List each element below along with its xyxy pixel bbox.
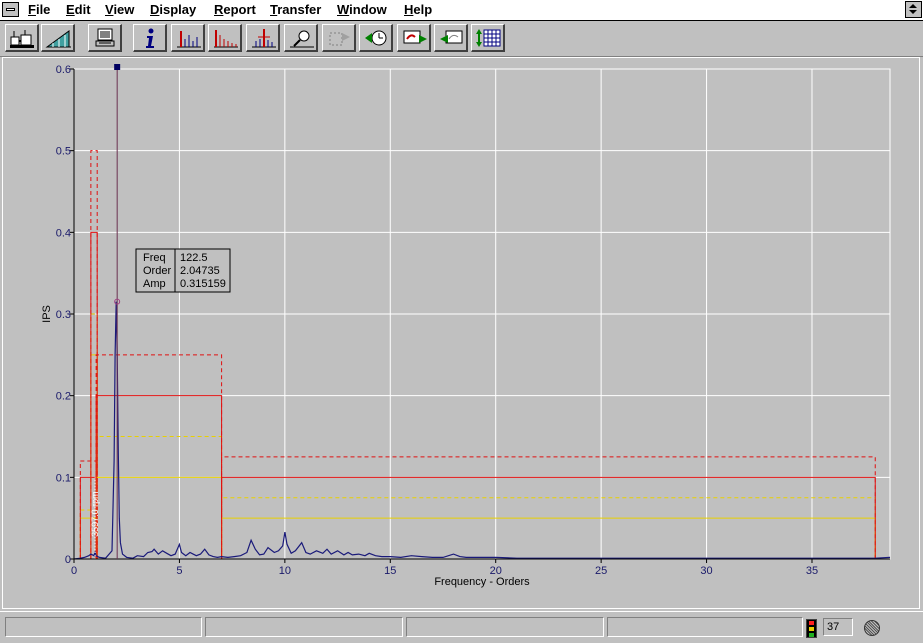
x-tick-label: 5	[176, 565, 182, 577]
ramp-chart-icon	[45, 30, 71, 48]
menu-display[interactable]: Display	[150, 1, 196, 19]
spectrum-decay-button[interactable]	[208, 24, 242, 52]
menu-report[interactable]: Report	[214, 1, 256, 19]
menu-transfer[interactable]: Transfer	[270, 1, 321, 19]
y-tick-label: 0.4	[56, 227, 71, 239]
y-tick-label: 0.6	[56, 64, 71, 76]
x-tick-label: 10	[279, 565, 291, 577]
info-button[interactable]	[133, 24, 167, 52]
status-panel-1	[5, 617, 202, 637]
restore-window-button[interactable]	[905, 1, 922, 18]
transfer-out-icon	[403, 30, 427, 44]
ramp-chart-button[interactable]	[41, 24, 75, 52]
cursor-readout-value: 122.5	[180, 252, 208, 264]
transfer-in-icon	[440, 30, 463, 44]
cursor-readout-name: Freq	[143, 252, 166, 264]
grid-table-icon	[476, 29, 501, 47]
next-button-disabled[interactable]	[322, 24, 356, 52]
menu-view[interactable]: View	[105, 1, 134, 19]
menu-bar: File Edit View Display Report Transfer W…	[0, 0, 923, 21]
cursor-handle	[114, 64, 121, 70]
chart-gridlines	[73, 68, 891, 560]
zoom-button[interactable]	[284, 24, 318, 52]
y-tick-label: 0.3	[56, 309, 71, 321]
clock-navigate-icon	[365, 30, 387, 46]
info-icon	[146, 28, 154, 48]
grid-table-button[interactable]	[471, 24, 505, 52]
zoom-magnifier-icon	[290, 30, 314, 48]
y-tick-label: 0.1	[56, 472, 71, 484]
status-panel-3	[406, 617, 604, 637]
cursor-readout-value: 0.315159	[180, 278, 226, 290]
menu-file[interactable]: File	[28, 1, 50, 19]
x-tick-label: 15	[384, 565, 396, 577]
transfer-in-button[interactable]	[434, 24, 468, 52]
y-tick-label: 0.2	[56, 391, 71, 403]
transfer-out-button[interactable]	[397, 24, 431, 52]
y-tick-label: 0.5	[56, 146, 71, 158]
system-menu-box[interactable]	[2, 2, 19, 17]
computer-icon	[95, 28, 115, 47]
menu-edit[interactable]: Edit	[66, 1, 91, 19]
speed-marker-label: 3597.0 rpm	[90, 491, 100, 537]
spectrum-button[interactable]	[171, 24, 205, 52]
status-panel-4	[607, 617, 803, 637]
y-tick-label: 0	[65, 554, 71, 566]
x-tick-label: 0	[71, 565, 77, 577]
computer-button[interactable]	[88, 24, 122, 52]
x-tick-label: 35	[806, 565, 818, 577]
status-bar: 37	[0, 611, 923, 643]
cursor-readout-value: 2.04735	[180, 265, 220, 277]
menu-help[interactable]: Help	[404, 1, 432, 19]
clock-navigate-button[interactable]	[359, 24, 393, 52]
system-menu-icon	[6, 8, 15, 11]
globe-icon[interactable]	[864, 620, 880, 636]
toolbar	[0, 21, 923, 57]
machine-train-icon	[10, 30, 34, 48]
machine-train-button[interactable]	[5, 24, 39, 52]
spectrum-icon	[177, 31, 201, 48]
y-axis-title: IPS	[41, 305, 53, 323]
spectrum-marker-button[interactable]	[246, 24, 280, 52]
spectrum-plot-panel: 0 5 10 15 20 25 30 35 0 0.1 0.2 0.3 0.4 0.5 0.6 Freq 12…	[2, 57, 920, 609]
x-tick-label: 25	[595, 565, 607, 577]
spectrum-chart[interactable]: 0 5 10 15 20 25 30 3500.10.20.30.40.50.6 Freq 12…	[3, 58, 919, 608]
x-axis-title: Frequency - Orders	[434, 576, 530, 588]
spectrum-decay-icon	[214, 30, 238, 48]
cursor-readout-name: Amp	[143, 278, 166, 290]
alarm-status-light-icon	[806, 619, 817, 638]
next-disabled-icon	[329, 32, 350, 46]
spectrum-marker-icon	[252, 29, 276, 48]
menu-window[interactable]: Window	[337, 1, 387, 19]
cursor-readout-name: Order	[143, 265, 171, 277]
status-count: 37	[823, 618, 853, 636]
status-panel-2	[205, 617, 403, 637]
x-tick-label: 30	[700, 565, 712, 577]
